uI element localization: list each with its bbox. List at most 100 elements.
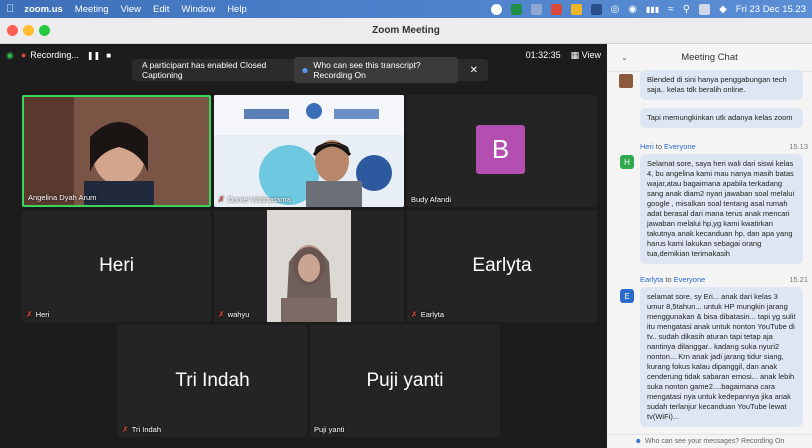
chat-sender-line: Earlyta to Everyone 15.21 xyxy=(640,275,808,284)
chat-message-text[interactable]: Blended di sini hanya penggabungan tech … xyxy=(640,70,803,100)
menu-help[interactable]: Help xyxy=(227,4,247,15)
transcript-info-link[interactable]: ☻ Who can see this transcript? Recording… xyxy=(294,57,458,83)
participant-name: Puji yanti xyxy=(314,425,345,434)
chat-message: Heri to Everyone 15.13 Selamat sore, say… xyxy=(640,142,808,264)
menu-edit[interactable]: Edit xyxy=(153,4,169,15)
recording-label: Recording... xyxy=(30,50,79,60)
battery-icon[interactable]: ▮▮▮ xyxy=(646,5,659,14)
mic-muted-icon: ✗ xyxy=(411,310,418,319)
participant-name: Angelina Dyah Arum xyxy=(28,193,97,202)
people-icon: ☻ xyxy=(300,65,310,75)
mic-muted-icon: ✗ xyxy=(122,425,129,434)
sender-avatar: E xyxy=(620,289,634,303)
window-title: Zoom Meeting xyxy=(372,25,440,36)
app-status-icon[interactable] xyxy=(530,3,542,15)
chat-message: Tapi memungkinkan utk adanya kelas zoom xyxy=(640,108,803,128)
participant-tile[interactable]: Angelina Dyah Arum xyxy=(22,95,211,207)
play-icon[interactable]: ◎ xyxy=(611,4,620,15)
menu-meeting[interactable]: Meeting xyxy=(75,4,109,15)
chat-footer[interactable]: ☻ Who can see your messages? Recording O… xyxy=(607,434,812,448)
recipient-name: Everyone xyxy=(673,275,706,284)
participant-name: Tri Indah xyxy=(131,425,162,434)
participant-name: Heri xyxy=(35,310,50,319)
participant-tile[interactable]: Tri Indah ✗ Tri Indah xyxy=(118,325,307,437)
participant-name-row: ✗ Heri xyxy=(26,310,49,319)
view-button[interactable]: ▦ View xyxy=(571,50,601,61)
sender-avatar xyxy=(619,74,633,88)
close-icon[interactable]: ✕ xyxy=(470,65,478,76)
control-center-icon[interactable] xyxy=(699,3,711,15)
siri-icon[interactable]: ◆ xyxy=(719,4,727,15)
participant-name-row: ✗ Earlyta xyxy=(411,310,444,319)
sender-name[interactable]: Heri xyxy=(640,142,654,151)
cc-banner: A participant has enabled Closed Caption… xyxy=(132,57,488,83)
mic-muted-icon: ✗ xyxy=(26,310,33,319)
pause-recording-icon[interactable]: ❚❚ xyxy=(87,51,100,60)
participant-name: Budy Afandi xyxy=(411,195,452,204)
menu-bar:  zoom.us Meeting View Edit Window Help … xyxy=(0,0,812,18)
wifi-icon[interactable]: ≈ xyxy=(668,4,674,15)
app-status-icon[interactable] xyxy=(510,3,522,15)
participant-name-row: ✗ wahyu xyxy=(218,310,249,319)
participant-tile[interactable]: Puji yanti Puji yanti xyxy=(310,325,500,437)
participant-name-row: ✗ Tri Indah xyxy=(122,425,161,434)
window-titlebar: Zoom Meeting xyxy=(0,18,812,44)
participant-name-row: ✗ Daniel Widhiatama xyxy=(218,195,291,204)
chat-message-text[interactable]: Tapi memungkinkan utk adanya kelas zoom xyxy=(640,108,803,128)
chat-message-text[interactable]: selamat sore, sy Eri... anak dari kelas … xyxy=(640,287,803,427)
app-status-icon[interactable] xyxy=(570,3,582,15)
recipient-name: Everyone xyxy=(664,142,696,151)
message-time: 15.21 xyxy=(789,275,808,284)
mic-muted-icon: ✗ xyxy=(218,195,225,204)
chat-message-text[interactable]: Selamat sore, saya heri wali dari siswi … xyxy=(640,154,803,264)
participant-tile[interactable]: ✗ wahyu xyxy=(214,210,404,322)
participant-video xyxy=(267,210,351,322)
participant-name: wahyu xyxy=(227,310,250,319)
participant-tile[interactable]: ✗ Daniel Widhiatama xyxy=(214,95,404,207)
avatar: B xyxy=(476,125,525,174)
chevron-down-icon[interactable]: ⌄ xyxy=(621,53,628,62)
chat-panel: ⌄ Meeting Chat Blended di sini hanya pen… xyxy=(607,44,812,448)
participant-display-name: Tri Indah xyxy=(175,370,250,391)
people-icon: ☻ xyxy=(634,438,643,445)
participant-tile[interactable]: Heri ✗ Heri xyxy=(22,210,211,322)
app-status-icon[interactable] xyxy=(590,3,602,15)
message-time: 15.13 xyxy=(789,142,808,151)
participant-video xyxy=(214,95,404,207)
mic-muted-icon: ✗ xyxy=(218,310,225,319)
sender-name[interactable]: Earlyta xyxy=(640,275,663,284)
chat-header: ⌄ Meeting Chat xyxy=(607,44,812,72)
video-area: ◉ ● Recording... ❚❚ ■ 01:32:35 ▦ View A … xyxy=(0,44,607,448)
chat-visibility-notice: Who can see your messages? Recording On xyxy=(645,438,785,445)
datetime[interactable]: Fri 23 Dec 15.23 xyxy=(736,4,806,15)
menu-window[interactable]: Window xyxy=(181,4,215,15)
participant-name: Earlyta xyxy=(420,310,445,319)
meeting-timer: 01:32:35 xyxy=(525,50,561,60)
transcript-info-label: Who can see this transcript? Recording O… xyxy=(313,60,421,80)
participant-display-name: Heri xyxy=(99,255,134,276)
participant-tile[interactable]: Earlyta ✗ Earlyta xyxy=(407,210,597,322)
chat-message: Blended di sini hanya penggabungan tech … xyxy=(640,70,803,100)
chat-message: Earlyta to Everyone 15.21 selamat sore, … xyxy=(640,275,808,427)
menu-view[interactable]: View xyxy=(121,4,141,15)
sender-avatar: H xyxy=(620,155,634,169)
participant-display-name: Puji yanti xyxy=(366,370,444,391)
to-word: to xyxy=(665,275,672,284)
record-icon: ● xyxy=(20,50,27,60)
menu-app[interactable]: zoom.us xyxy=(24,4,63,15)
participant-video xyxy=(24,97,209,205)
chat-title: Meeting Chat xyxy=(681,52,738,63)
status-icon[interactable] xyxy=(490,3,502,15)
cc-banner-text: A participant has enabled Closed Caption… xyxy=(142,60,267,80)
stop-recording-icon[interactable]: ■ xyxy=(106,51,111,60)
app-status-icon[interactable] xyxy=(550,3,562,15)
to-word: to xyxy=(655,142,663,151)
shield-icon[interactable]: ◉ xyxy=(6,50,14,61)
grid-icon: ▦ xyxy=(570,49,580,60)
participant-tile[interactable]: B Budy Afandi xyxy=(407,95,597,207)
apple-icon[interactable]:  xyxy=(6,3,14,15)
participant-name: Daniel Widhiatama xyxy=(227,195,291,204)
participant-display-name: Earlyta xyxy=(472,255,532,276)
person-icon[interactable]: ◉ xyxy=(628,4,637,15)
search-icon[interactable]: ⚲ xyxy=(683,4,690,15)
